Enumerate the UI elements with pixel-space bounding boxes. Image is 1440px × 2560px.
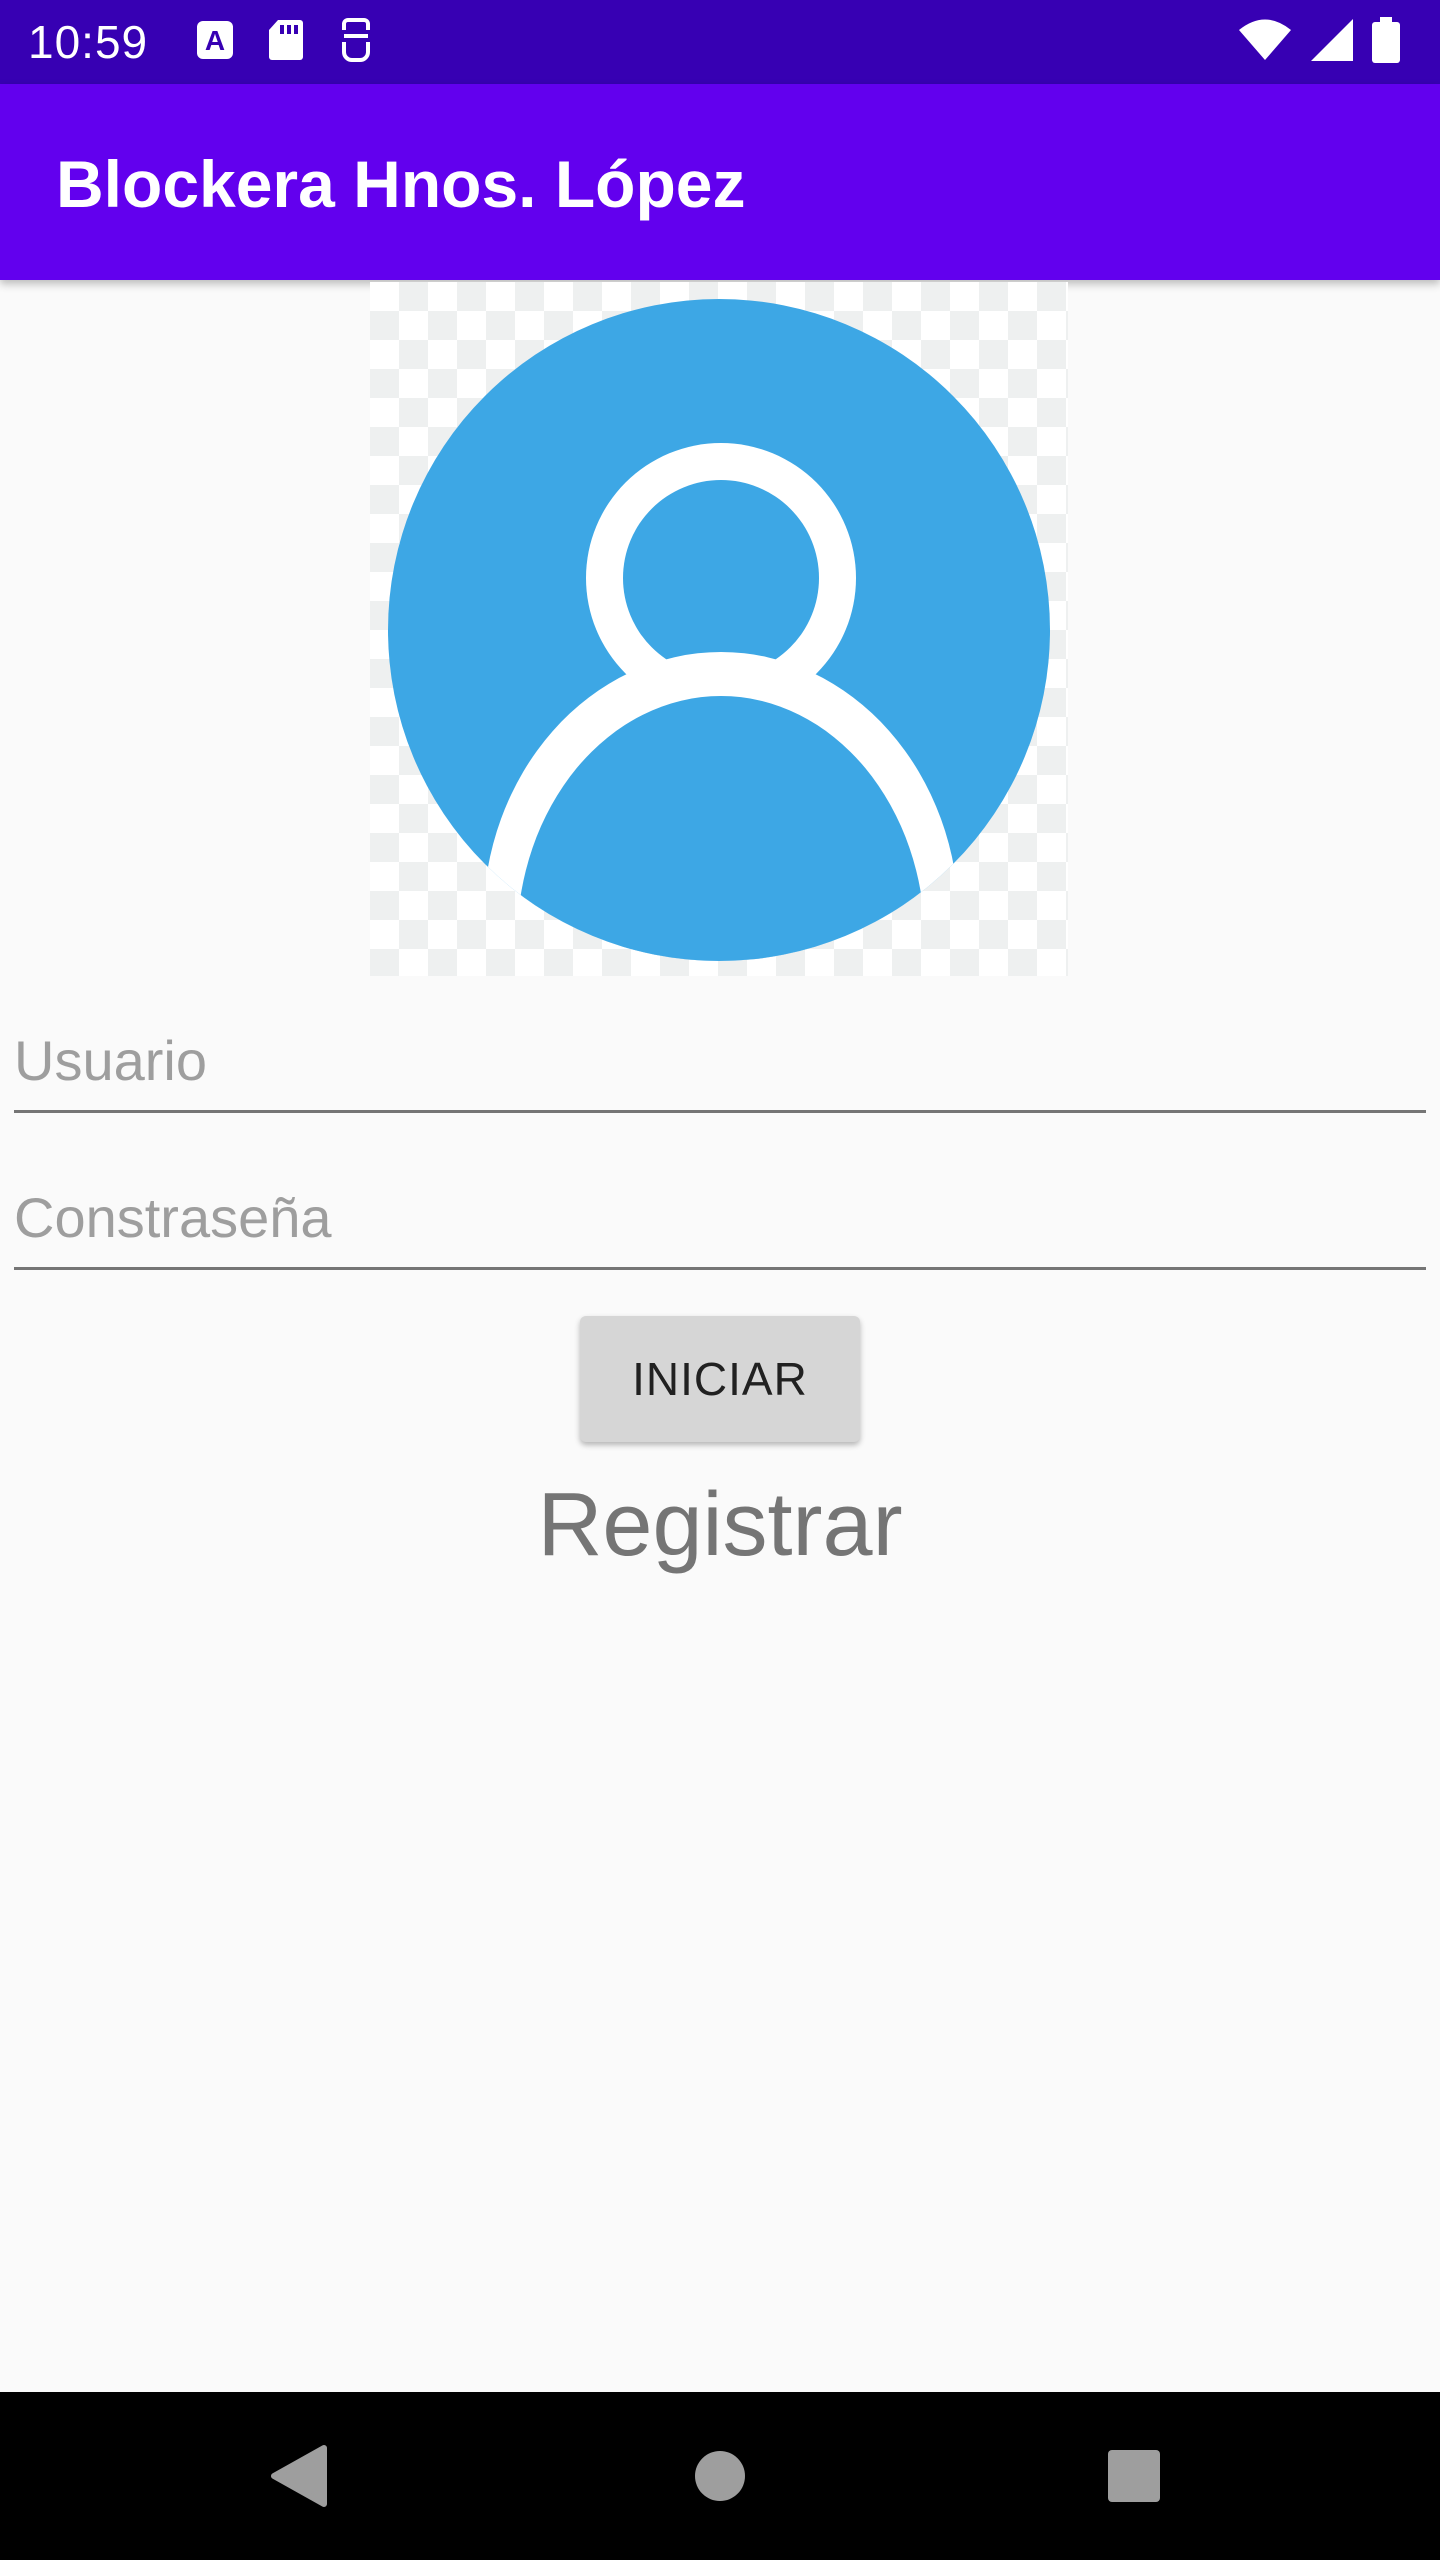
password-input[interactable]: [14, 1183, 1426, 1253]
sd-card-icon: [268, 19, 304, 66]
back-icon: [271, 2445, 327, 2507]
app-bar: Blockera Hnos. López: [0, 84, 1440, 280]
user-avatar-icon: [388, 299, 1050, 961]
back-button[interactable]: [250, 2426, 350, 2526]
status-icons-right: [1238, 16, 1400, 68]
status-icons-left: A: [196, 17, 374, 67]
login-button[interactable]: INICIAR: [580, 1316, 860, 1442]
username-field[interactable]: [14, 1000, 1426, 1113]
status-time: 10:59: [28, 16, 149, 68]
recents-icon: [1108, 2450, 1160, 2502]
password-field[interactable]: [14, 1157, 1426, 1270]
svg-text:A: A: [205, 25, 225, 56]
a-notification-icon: A: [196, 20, 234, 65]
home-icon: [695, 2451, 745, 2501]
wifi-icon: [1238, 19, 1292, 66]
app-title: Blockera Hnos. López: [56, 147, 746, 221]
signal-icon: [1310, 18, 1354, 67]
battery-icon: [1372, 16, 1400, 68]
face-id-icon: [338, 17, 374, 67]
avatar-image: [370, 282, 1068, 976]
navigation-bar: [0, 2392, 1440, 2560]
recents-button[interactable]: [1084, 2426, 1184, 2526]
register-link[interactable]: Registrar: [0, 1470, 1440, 1580]
home-button[interactable]: [670, 2426, 770, 2526]
status-bar: 10:59 A: [0, 0, 1440, 84]
username-input[interactable]: [14, 1026, 1426, 1096]
